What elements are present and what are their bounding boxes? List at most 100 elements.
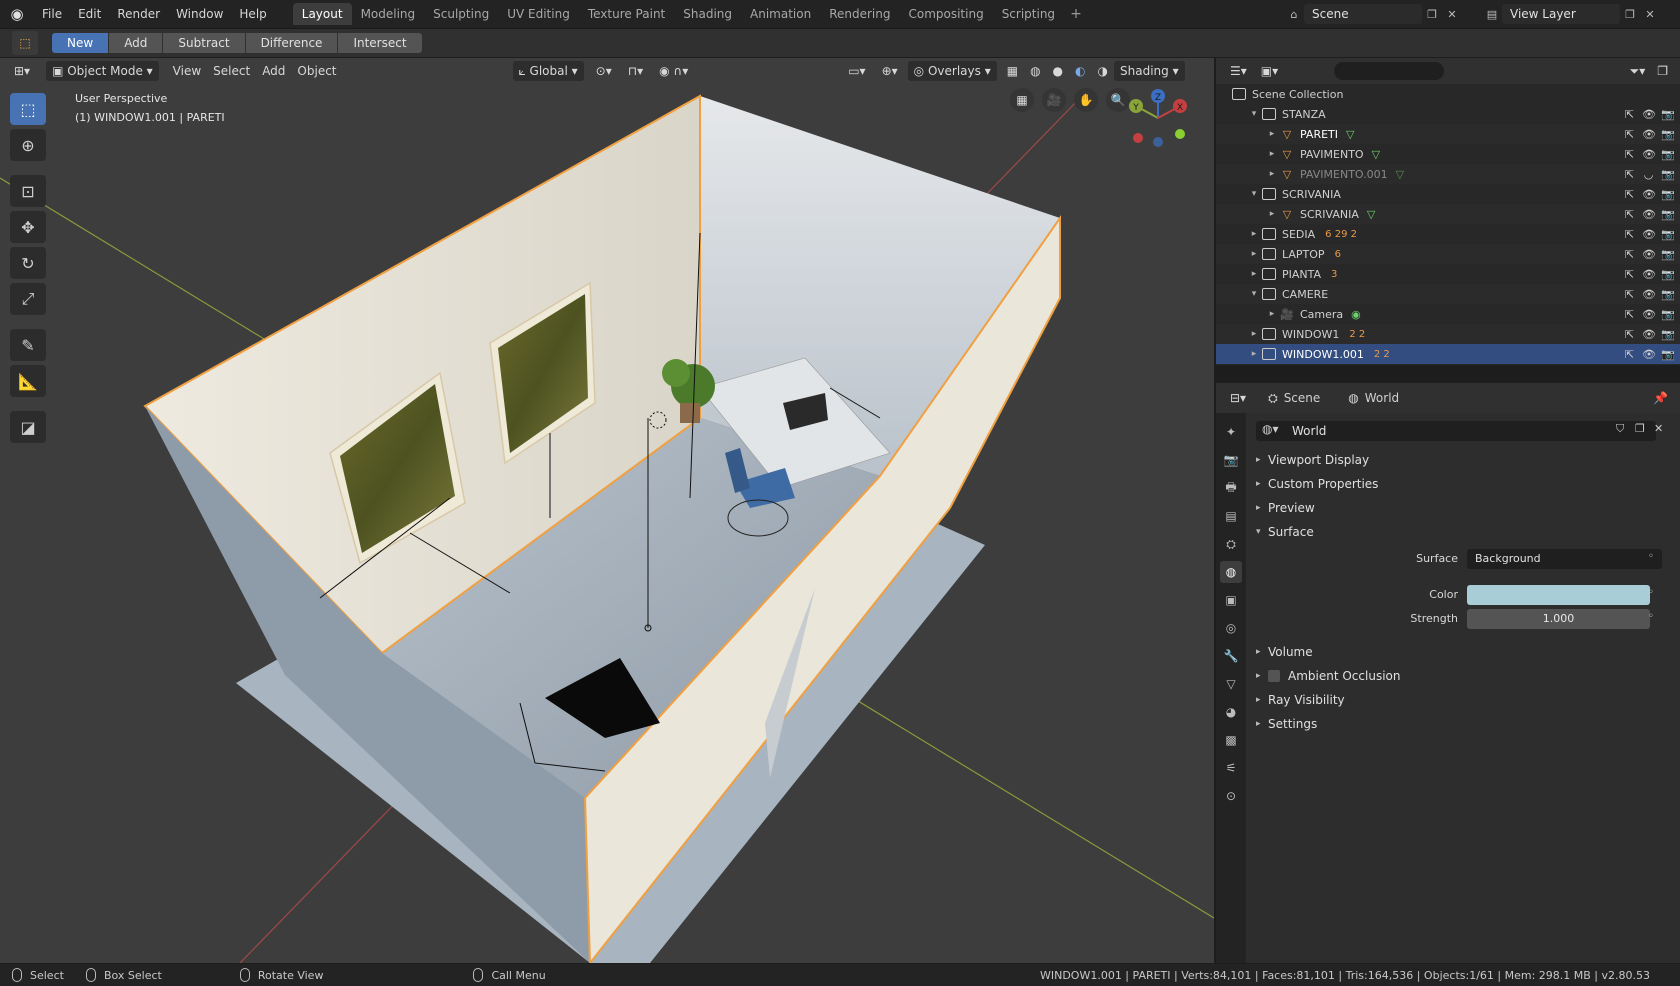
selectable-icon[interactable]: ⇱ xyxy=(1623,128,1636,141)
tab-texture-paint[interactable]: Texture Paint xyxy=(579,3,674,25)
outliner-editor-type-icon[interactable]: ☰▾ xyxy=(1224,61,1253,81)
particles-tab-icon[interactable]: ⊙ xyxy=(1220,785,1242,807)
outliner-row[interactable]: ▸ WINDOW1.001 2 2 ⇱ 👁 📷 xyxy=(1216,344,1680,364)
transform-orientation-dropdown[interactable]: ⟀ Global ▾ xyxy=(512,61,584,81)
view-layer-remove-icon[interactable]: ✕ xyxy=(1640,4,1660,24)
mesh-data-icon[interactable]: ▽ xyxy=(1372,148,1380,161)
render-camera-icon[interactable]: 📷 xyxy=(1661,128,1675,141)
tab-uv-editing[interactable]: UV Editing xyxy=(498,3,579,25)
eye-icon[interactable]: 👁 xyxy=(1642,308,1656,321)
overlays-dropdown[interactable]: ◎ Overlays ▾ xyxy=(907,61,997,81)
selectable-icon[interactable]: ⇱ xyxy=(1623,328,1636,341)
solid-shading-icon[interactable]: ● xyxy=(1047,61,1069,81)
view-layer-new-icon[interactable]: ❐ xyxy=(1620,4,1640,24)
expand-right-icon[interactable]: ▸ xyxy=(1248,349,1260,359)
shading-dropdown[interactable]: Shading ▾ xyxy=(1114,61,1185,81)
color-socket-icon[interactable]: ◦ xyxy=(1648,587,1654,598)
constraint-tab-icon[interactable]: ⚟ xyxy=(1220,757,1242,779)
transform-tool-icon[interactable]: ⊡ xyxy=(10,175,46,207)
toggle-perspective-icon[interactable]: ▦ xyxy=(1010,88,1034,112)
menu-file[interactable]: File xyxy=(34,0,70,28)
object-tab-icon[interactable]: ▣ xyxy=(1220,589,1242,611)
selectable-icon[interactable]: ⇱ xyxy=(1623,168,1636,181)
render-camera-icon[interactable]: 📷 xyxy=(1661,328,1675,341)
mesh-data-icon[interactable]: ▽ xyxy=(1367,208,1375,221)
outliner-row[interactable]: ▾ STANZA ⇱ 👁 📷 xyxy=(1216,104,1680,124)
panel-settings[interactable]: ▸ Settings xyxy=(1246,713,1680,735)
eye-icon[interactable]: ◡ xyxy=(1642,168,1655,181)
wireframe-shading-icon[interactable]: ◍ xyxy=(1024,61,1046,81)
outliner-row[interactable]: ▸ ▽ PAVIMENTO.001 ▽ ⇱ ◡ 📷 xyxy=(1216,164,1680,184)
eye-icon[interactable]: 👁 xyxy=(1642,188,1656,201)
surface-socket-icon[interactable]: ◦ xyxy=(1648,551,1654,562)
material-shading-icon[interactable]: ◐ xyxy=(1069,61,1091,81)
outliner-row[interactable]: ▸ PIANTA 3 ⇱ 👁 📷 xyxy=(1216,264,1680,284)
material-tab-icon[interactable]: ◕ xyxy=(1220,701,1242,723)
snap-icon[interactable]: ⊓▾ xyxy=(622,61,649,81)
selectable-icon[interactable]: ⇱ xyxy=(1623,268,1636,281)
panel-preview[interactable]: ▸ Preview xyxy=(1246,497,1680,519)
child-object-badges[interactable]: 2 2 xyxy=(1349,329,1365,340)
menu-render[interactable]: Render xyxy=(109,0,168,28)
tab-sculpting[interactable]: Sculpting xyxy=(424,3,498,25)
outliner-row[interactable]: ▾ SCRIVANIA ⇱ 👁 📷 xyxy=(1216,184,1680,204)
3d-viewport[interactable]: ⊞▾ ▣ Object Mode ▾ View Select Add Objec… xyxy=(0,58,1214,963)
new-collection-icon[interactable]: ❐ xyxy=(1651,61,1674,81)
pivot-point-icon[interactable]: ⊙▾ xyxy=(590,61,618,81)
scene-browse-icon[interactable]: ⌂ xyxy=(1284,4,1304,24)
world-new-icon[interactable]: ❐ xyxy=(1635,422,1645,435)
object-menu[interactable]: Object xyxy=(291,61,342,81)
expand-right-icon[interactable]: ▸ xyxy=(1248,329,1260,339)
selectable-icon[interactable]: ⇱ xyxy=(1623,288,1636,301)
eye-icon[interactable]: 👁 xyxy=(1642,288,1656,301)
select-tool-icon[interactable]: ⬚ xyxy=(10,93,46,125)
editor-type-icon[interactable]: ⊞▾ xyxy=(8,61,36,81)
eye-icon[interactable]: 👁 xyxy=(1642,148,1656,161)
tab-shading[interactable]: Shading xyxy=(674,3,741,25)
tab-modeling[interactable]: Modeling xyxy=(352,3,425,25)
render-camera-icon[interactable]: 📷 xyxy=(1661,248,1675,261)
tab-rendering[interactable]: Rendering xyxy=(820,3,899,25)
add-cube-tool-icon[interactable]: ◪ xyxy=(10,411,46,443)
eye-icon[interactable]: 👁 xyxy=(1642,268,1656,281)
scene-name-field[interactable]: Scene xyxy=(1304,4,1422,24)
eye-icon[interactable]: 👁 xyxy=(1642,328,1656,341)
outliner-row[interactable]: ▸ ▽ PAVIMENTO ▽ ⇱ 👁 📷 xyxy=(1216,144,1680,164)
child-object-badges[interactable]: 3 xyxy=(1331,269,1337,280)
add-workspace-button[interactable]: + xyxy=(1064,6,1088,22)
properties-editor-type-icon[interactable]: ⊟▾ xyxy=(1224,388,1252,408)
camera-view-icon[interactable]: 🎥 xyxy=(1042,88,1066,112)
world-fake-user-icon[interactable]: ⛉ xyxy=(1616,422,1624,436)
outliner-row[interactable]: ▸ ▽ PARETI ▽ ⇱ 👁 📷 xyxy=(1216,124,1680,144)
view-menu[interactable]: View xyxy=(167,61,207,81)
render-camera-icon[interactable]: 📷 xyxy=(1661,148,1675,161)
mesh-data-tab-icon[interactable]: ▽ xyxy=(1220,673,1242,695)
mode-add-button[interactable]: Add xyxy=(109,33,164,53)
filter-icon[interactable]: ⏷▾ xyxy=(1624,61,1652,81)
proportional-edit-icon[interactable]: ◉ ∩▾ xyxy=(653,61,694,81)
gizmo-neg-y[interactable] xyxy=(1175,129,1185,139)
eye-icon[interactable]: 👁 xyxy=(1642,128,1656,141)
expand-right-icon[interactable]: ▸ xyxy=(1248,249,1260,259)
gizmo-neg-z[interactable] xyxy=(1153,137,1163,147)
interaction-mode-dropdown[interactable]: ▣ Object Mode ▾ xyxy=(46,61,159,81)
surface-shader-field[interactable]: Background xyxy=(1467,549,1662,569)
modifier-tab-icon[interactable]: 🔧 xyxy=(1220,645,1242,667)
outliner-row[interactable]: ▸ SEDIA 6 29 2 ⇱ 👁 📷 xyxy=(1216,224,1680,244)
ambient-occlusion-checkbox[interactable] xyxy=(1268,670,1280,682)
pan-view-icon[interactable]: ✋ xyxy=(1074,88,1098,112)
camera-data-icon[interactable]: ◉ xyxy=(1351,308,1361,321)
panel-volume[interactable]: ▸ Volume xyxy=(1246,641,1680,663)
rotate-tool-icon[interactable]: ↻ xyxy=(10,247,46,279)
outliner-row[interactable]: ▸ ▽ SCRIVANIA ▽ ⇱ 👁 📷 xyxy=(1216,204,1680,224)
display-mode-icon[interactable]: ▣▾ xyxy=(1255,61,1284,81)
render-camera-icon[interactable]: 📷 xyxy=(1661,288,1675,301)
render-tab-icon[interactable]: 📷 xyxy=(1220,449,1242,471)
mode-intersect-button[interactable]: Intersect xyxy=(338,33,422,53)
eye-icon[interactable]: 👁 xyxy=(1642,108,1656,121)
selectable-icon[interactable]: ⇱ xyxy=(1623,308,1636,321)
child-object-badges[interactable]: 2 2 xyxy=(1374,349,1390,360)
mode-difference-button[interactable]: Difference xyxy=(245,33,339,53)
panel-custom-properties[interactable]: ▸ Custom Properties xyxy=(1246,473,1680,495)
outliner-search-input[interactable] xyxy=(1334,62,1445,80)
